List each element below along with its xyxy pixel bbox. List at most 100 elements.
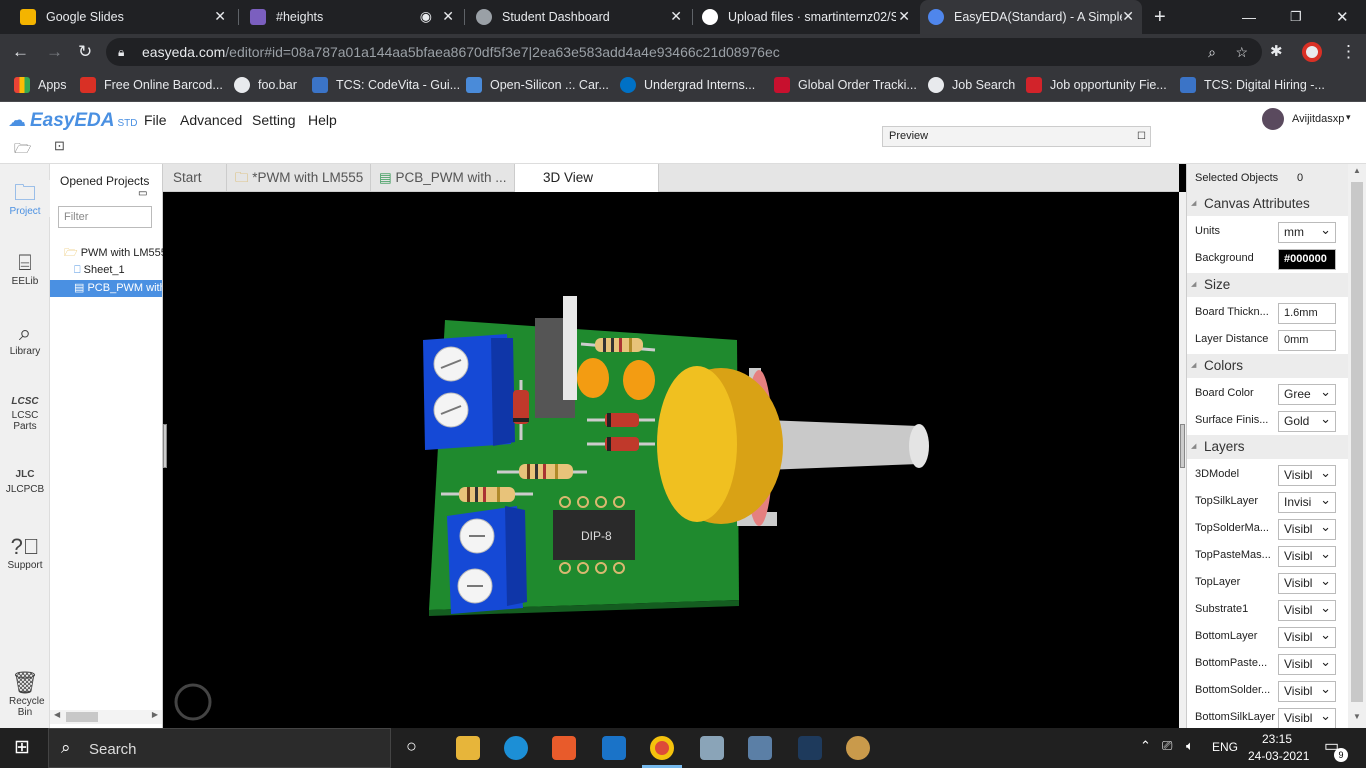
reload-icon[interactable]: ↻	[78, 42, 92, 62]
image-icon[interactable]: ⊡	[54, 138, 65, 154]
surface-finish-select[interactable]: Gold	[1278, 411, 1336, 432]
units-select[interactable]: mm	[1278, 222, 1336, 243]
task-view-icon[interactable]: ○	[406, 736, 417, 757]
tree-item-project[interactable]: 🗁︎ PWM with LM555	[64, 244, 163, 263]
scroll-thumb[interactable]	[66, 712, 98, 722]
layer-visibility-select[interactable]: Visibl	[1278, 654, 1336, 675]
menu-setting[interactable]: Setting	[252, 112, 296, 128]
taskbar-search[interactable]: ⌕ Search	[48, 728, 391, 768]
section-canvas-attributes[interactable]: Canvas Attributes	[1187, 192, 1349, 216]
rotate-icon[interactable]	[174, 683, 212, 721]
edge-icon[interactable]	[504, 736, 528, 760]
forward-icon[interactable]: →	[46, 42, 63, 62]
bookmark-item[interactable]: Open-Silicon .:. Car...	[466, 77, 609, 93]
sidebar-item-lcsc[interactable]: LCSC LCSC Parts	[0, 394, 50, 432]
avatar[interactable]	[1262, 108, 1284, 130]
layer-visibility-select[interactable]: Visibl	[1278, 546, 1336, 567]
profile-avatar[interactable]	[1302, 42, 1322, 62]
menu-help[interactable]: Help	[308, 112, 337, 128]
layer-distance-input[interactable]: 0mm	[1278, 330, 1336, 351]
sidebar-item-eelib[interactable]: ⌸ EELib	[0, 250, 50, 287]
menu-advanced[interactable]: Advanced	[180, 112, 242, 128]
bookmark-item[interactable]: TCS: CodeVita - Gui...	[312, 77, 460, 93]
clock-time[interactable]: 23:15	[1262, 732, 1292, 746]
layer-visibility-select[interactable]: Visibl	[1278, 573, 1336, 594]
open-folder-icon[interactable]: 🗁︎	[14, 138, 31, 162]
close-icon[interactable]: ✕	[898, 8, 910, 25]
tree-item-sheet[interactable]: ⎕ Sheet_1	[74, 264, 125, 277]
browser-tab-active[interactable]: EasyEDA(Standard) - A Simple ✕	[920, 0, 1142, 34]
section-size[interactable]: Size	[1187, 273, 1349, 297]
sidebar-item-support[interactable]: ?⃝ Support	[0, 534, 50, 571]
browser-tab[interactable]: Upload files · smartinternz02/S ✕	[694, 0, 918, 34]
close-window-button[interactable]: ✕	[1336, 0, 1349, 34]
preview-panel[interactable]: Preview ☐	[882, 126, 1151, 147]
scroll-thumb[interactable]	[1351, 182, 1363, 702]
caret-down-icon[interactable]: ▾	[1346, 112, 1351, 123]
file-explorer-icon[interactable]	[456, 736, 480, 760]
section-colors[interactable]: Colors	[1187, 354, 1349, 378]
browser-tab[interactable]: Google Slides ✕	[8, 0, 234, 34]
close-icon[interactable]: ✕	[214, 8, 226, 25]
back-icon[interactable]: ←	[12, 42, 29, 62]
tab-start[interactable]: Start	[163, 164, 227, 192]
browser-tab[interactable]: #heights ◉ ✕	[240, 0, 462, 34]
user-name[interactable]: Avijitdasxp	[1292, 113, 1344, 125]
layer-visibility-select[interactable]: Visibl	[1278, 600, 1336, 621]
layer-visibility-select[interactable]: Visibl	[1278, 519, 1336, 540]
horizontal-scrollbar[interactable]: ◀ ▶	[50, 710, 162, 724]
sidebar-item-library[interactable]: ⌕ Library	[0, 320, 50, 357]
layer-visibility-select[interactable]: Visibl	[1278, 627, 1336, 648]
tab-pcb[interactable]: ▤ PCB_PWM with ...	[371, 164, 515, 192]
language-indicator[interactable]: ENG	[1212, 740, 1238, 754]
app-icon[interactable]	[748, 736, 772, 760]
chrome-icon[interactable]	[650, 736, 674, 760]
layer-visibility-select[interactable]: Invisi	[1278, 492, 1336, 513]
app-logo[interactable]: ☁︎ EasyEDA STD	[8, 110, 138, 132]
bookmark-item[interactable]: Apps	[14, 77, 67, 93]
layer-visibility-select[interactable]: Visibl	[1278, 681, 1336, 702]
section-layers[interactable]: Layers	[1187, 435, 1349, 459]
bookmark-item[interactable]: Free Online Barcod...	[80, 77, 223, 93]
background-color-input[interactable]: #000000	[1278, 249, 1336, 270]
url-field[interactable]: 🔒︎ easyeda.com/editor#id=08a787a01a144aa…	[106, 38, 1262, 66]
bookmark-item[interactable]: TCS: Digital Hiring -...	[1180, 77, 1325, 93]
filter-input[interactable]: Filter	[58, 206, 152, 228]
collapse-right-handle[interactable]	[1180, 424, 1185, 468]
tab-schematic[interactable]: 🗀︎ *PWM with LM555	[227, 164, 371, 192]
tree-item-pcb[interactable]: ▤ PCB_PWM with	[50, 280, 162, 297]
sidebar-item-jlcpcb[interactable]: JLC JLCPCB	[0, 466, 50, 495]
menu-file[interactable]: File	[144, 112, 167, 128]
new-tab-button[interactable]: +	[1154, 0, 1166, 34]
network-icon[interactable]: ⎚	[1162, 738, 1172, 754]
calendar-icon[interactable]: ▭	[138, 188, 147, 199]
sidebar-item-recycle[interactable]: 🗑︎ Recycle Bin	[0, 670, 50, 718]
app-icon[interactable]	[798, 736, 822, 760]
paint-icon[interactable]	[846, 736, 870, 760]
clock-date[interactable]: 24-03-2021	[1248, 749, 1309, 763]
bookmark-item[interactable]: Job opportunity Fie...	[1026, 77, 1167, 93]
collapse-left-handle[interactable]	[163, 424, 167, 468]
tab-3d-view[interactable]: 3D View	[515, 164, 659, 192]
close-icon[interactable]: ✕	[442, 8, 454, 25]
layer-visibility-select[interactable]: Visibl	[1278, 465, 1336, 486]
bookmark-item[interactable]: Global Order Tracki...	[774, 77, 917, 93]
3d-canvas[interactable]: DIP-8	[167, 192, 1179, 728]
maximize-icon[interactable]: ☐	[1137, 127, 1146, 146]
layer-visibility-select[interactable]: Visibl	[1278, 708, 1336, 729]
windows-start-icon[interactable]: ⊞	[14, 736, 30, 759]
extensions-icon[interactable]: ✱	[1270, 42, 1283, 60]
close-icon[interactable]: ✕	[670, 8, 682, 25]
bookmark-item[interactable]: foo.bar	[234, 77, 297, 93]
media-icon[interactable]	[552, 736, 576, 760]
app-icon[interactable]	[700, 736, 724, 760]
browser-tab[interactable]: Student Dashboard ✕	[466, 0, 690, 34]
board-color-select[interactable]: Gree	[1278, 384, 1336, 405]
minimize-button[interactable]: —	[1242, 0, 1256, 34]
mail-icon[interactable]	[602, 736, 626, 760]
close-icon[interactable]: ✕	[1122, 8, 1134, 25]
search-icon[interactable]: ⌕	[1208, 38, 1216, 66]
chevron-up-icon[interactable]: ⌃	[1140, 738, 1151, 754]
bookmark-item[interactable]: Undergrad Interns...	[620, 77, 755, 93]
vertical-scrollbar[interactable]: ▲ ▼	[1348, 164, 1366, 728]
